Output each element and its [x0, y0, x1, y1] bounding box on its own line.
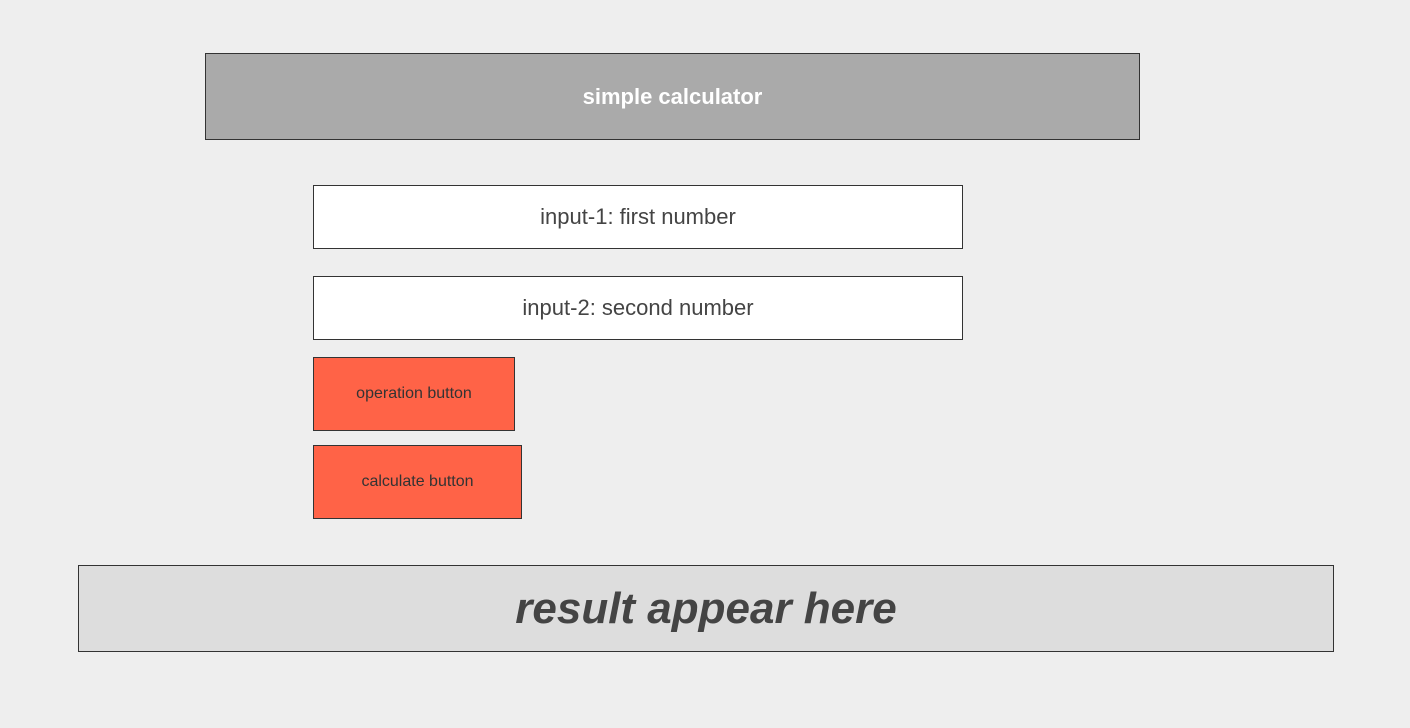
calculator-title: simple calculator	[205, 53, 1140, 140]
result-display: result appear here	[78, 565, 1334, 652]
result-text: result appear here	[515, 583, 897, 633]
first-number-input[interactable]	[313, 185, 963, 249]
calculator-title-text: simple calculator	[582, 83, 763, 109]
operation-button[interactable]: operation button	[313, 357, 515, 431]
second-number-input[interactable]	[313, 276, 963, 340]
calculate-button[interactable]: calculate button	[313, 445, 522, 519]
